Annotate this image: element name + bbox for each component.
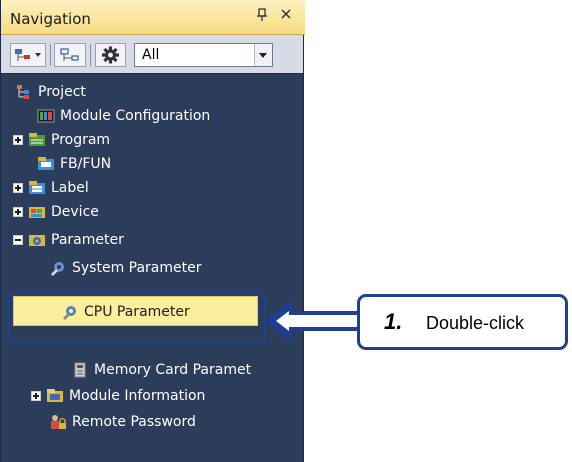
close-icon[interactable] [280,8,292,24]
fb-fun-icon [37,156,55,172]
tree-item-label: Module Information [69,388,206,404]
tree-item-label-folder[interactable]: Label [13,176,89,200]
tree-item-module-configuration[interactable]: Module Configuration [37,104,210,128]
expand-plus-icon[interactable] [31,391,41,401]
tree-collapse-icon [60,48,79,61]
filter-selected-value: All [142,47,160,63]
filter-dropdown[interactable]: All [134,43,273,67]
tree-item-label: CPU Parameter [84,304,190,320]
expand-plus-icon[interactable] [13,183,23,193]
tree-item-label: Program [51,132,111,148]
settings-button[interactable] [95,43,126,67]
toolbar-separator [50,44,51,66]
tree-item-memory-card-parameter[interactable]: Memory Card Paramet [71,358,251,382]
tree-view-icon [15,49,41,61]
instruction-text: Double-click [426,313,525,333]
pin-icon[interactable] [256,8,268,26]
tree-collapse-button[interactable] [54,43,86,67]
tree-item-label: System Parameter [72,260,202,276]
tree-item-system-parameter[interactable]: System Parameter [49,256,202,280]
remote-password-icon [49,414,67,430]
program-icon [28,132,46,148]
memory-card-icon [71,362,89,378]
tree-item-label: Memory Card Paramet [94,362,252,378]
parameter-icon [28,232,46,248]
tree-item-remote-password[interactable]: Remote Password [49,410,196,434]
step-number: 1. [384,309,403,334]
project-icon [15,84,33,100]
tree-item-label: Parameter [51,232,124,248]
tree-item-project[interactable]: Project [15,80,86,104]
tree-item-module-information[interactable]: Module Information [31,384,205,408]
gear-icon [102,46,119,64]
tree-item-device[interactable]: Device [13,200,99,224]
tree-item-fb-fun[interactable]: FB/FUN [37,152,111,176]
tree-item-program[interactable]: Program [13,128,110,152]
tree-item-label: FB/FUN [60,156,112,172]
instruction-callout: 1. Double-click [357,294,568,350]
expand-plus-icon[interactable] [13,135,23,145]
tree-item-label: Label [51,180,89,196]
cpu-parameter-icon [61,304,79,320]
toolbar-separator [90,44,91,66]
system-parameter-icon [49,260,67,276]
tree-item-label: Project [38,84,86,100]
expand-plus-icon[interactable] [13,207,23,217]
chevron-down-icon[interactable] [254,44,272,66]
tree-item-cpu-parameter[interactable]: CPU Parameter [61,301,190,323]
module-configuration-icon [37,108,55,124]
tree-expand-button[interactable] [10,43,46,67]
navigation-panel: Navigation All Project Module Configurat… [0,0,305,462]
panel-header: Navigation [1,0,305,35]
label-icon [28,180,46,196]
tree-item-label: Module Configuration [60,108,211,124]
callout-arrow [265,300,360,342]
tree-item-label: Remote Password [72,414,196,430]
panel-title: Navigation [10,10,91,28]
collapse-minus-icon[interactable] [13,235,23,245]
module-information-icon [46,388,64,404]
device-icon [28,204,46,220]
tree-item-label: Device [51,204,99,220]
tree-item-parameter[interactable]: Parameter [13,228,124,252]
navigation-toolbar: All [1,35,303,74]
